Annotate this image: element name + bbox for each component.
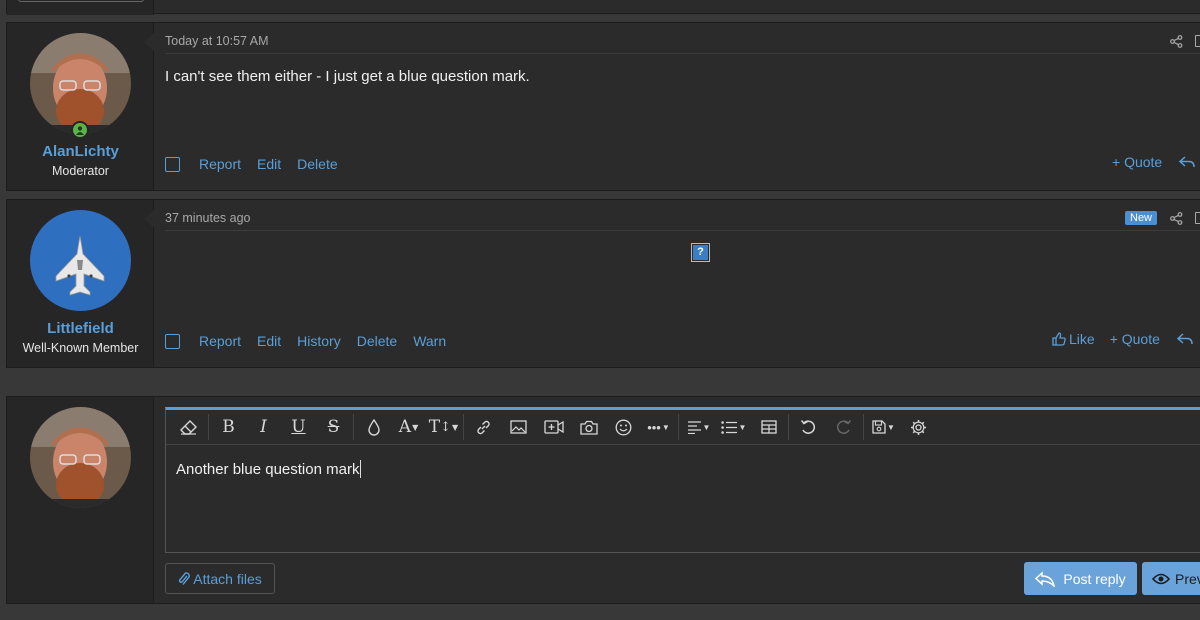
preview-label: Prev (1175, 570, 1200, 587)
previous-post-remnant (6, 0, 1200, 15)
share-icon[interactable] (1170, 35, 1183, 48)
post-arrow (144, 210, 154, 228)
italic-icon[interactable]: I (246, 415, 281, 439)
user-cell (7, 397, 154, 603)
settings-icon[interactable] (901, 415, 936, 439)
strikethrough-icon[interactable]: S (316, 415, 351, 439)
editor-toolbar: B I U S A ▼ T ↕ ▼ ••• ▼ ▼ ▼ ▼ (166, 410, 1200, 445)
image-icon[interactable] (501, 415, 536, 439)
align-icon[interactable]: ▼ (681, 415, 716, 439)
video-icon[interactable] (536, 415, 571, 439)
quote-link[interactable]: + Quote (1110, 331, 1160, 347)
new-badge: New (1125, 211, 1158, 225)
like-label: Like (1069, 331, 1095, 347)
online-status-icon (71, 121, 89, 139)
link-icon[interactable] (466, 415, 501, 439)
edit-link[interactable]: Edit (257, 156, 281, 172)
username[interactable]: Littlefield (7, 320, 154, 337)
post-date[interactable]: 37 minutes ago (165, 211, 250, 225)
delete-link[interactable]: Delete (357, 333, 397, 349)
attach-files-label: Attach files (193, 570, 262, 587)
camera-icon[interactable] (571, 415, 606, 439)
reply-icon[interactable] (1179, 155, 1195, 169)
user-cell: Littlefield Well-Known Member (7, 200, 154, 367)
toolbar-divider (353, 414, 354, 440)
drafts-icon[interactable]: ▼ (866, 415, 901, 439)
post-date[interactable]: Today at 10:57 AM (165, 34, 269, 48)
underline-icon[interactable]: U (281, 415, 316, 439)
broken-image-icon: ? (691, 243, 710, 262)
avatar[interactable] (30, 210, 131, 311)
post-actions: Report Edit History Delete Warn (165, 333, 462, 349)
thumbs-up-icon (1052, 332, 1066, 346)
username[interactable]: AlanLichty (7, 143, 154, 160)
post-reply-label: Post reply (1063, 570, 1126, 587)
avatar[interactable] (30, 407, 131, 508)
toolbar-divider (863, 414, 864, 440)
report-link[interactable]: Report (199, 333, 241, 349)
post-littlefield: Littlefield Well-Known Member 37 minutes… (6, 199, 1200, 368)
table-icon[interactable] (751, 415, 786, 439)
quote-link[interactable]: + Quote (1112, 154, 1162, 170)
toolbar-divider (788, 414, 789, 440)
history-link[interactable]: History (297, 333, 341, 349)
quick-reply: B I U S A ▼ T ↕ ▼ ••• ▼ ▼ ▼ ▼ Another bl… (6, 396, 1200, 604)
font-family-icon[interactable]: A ▼ (391, 415, 426, 439)
attach-files-button[interactable]: Attach files (165, 563, 275, 594)
eye-icon (1152, 573, 1170, 585)
toolbar-divider (463, 414, 464, 440)
reply-icon (1035, 570, 1056, 587)
more-icon[interactable]: ••• ▼ (641, 415, 676, 439)
delete-link[interactable]: Delete (297, 156, 337, 172)
eraser-icon[interactable] (171, 415, 206, 439)
post-reply-button[interactable]: Post reply (1024, 562, 1137, 595)
text-color-icon[interactable] (356, 415, 391, 439)
like-link[interactable]: Like (1052, 331, 1095, 347)
bold-icon[interactable]: B (211, 415, 246, 439)
post-right-actions: + Quote (1112, 154, 1195, 170)
paperclip-icon (178, 571, 191, 587)
user-cell: AlanLichty Moderator (7, 23, 154, 190)
text-cursor (360, 460, 362, 478)
avatar[interactable] (30, 33, 131, 134)
toolbar-divider (678, 414, 679, 440)
rich-text-editor: B I U S A ▼ T ↕ ▼ ••• ▼ ▼ ▼ ▼ Another bl… (165, 407, 1200, 553)
share-icon[interactable] (1170, 212, 1183, 225)
user-title: Well-Known Member (22, 341, 139, 355)
bookmark-icon[interactable] (1195, 212, 1200, 224)
toolbar-divider (208, 414, 209, 440)
post-header-divider (165, 230, 1200, 231)
post-header-divider (165, 53, 1200, 54)
undo-icon[interactable] (791, 415, 826, 439)
previous-post-box (18, 0, 144, 2)
report-link[interactable]: Report (199, 156, 241, 172)
emoji-icon[interactable] (606, 415, 641, 439)
post-alanlichty: AlanLichty Moderator Today at 10:57 AM I… (6, 22, 1200, 191)
previous-post-user-cell (7, 0, 154, 15)
editor-content[interactable]: Another blue question mark (176, 460, 362, 478)
post-arrow (144, 33, 154, 51)
post-actions: Report Edit Delete (165, 156, 354, 172)
post-body: I can't see them either - I just get a b… (165, 68, 530, 85)
post-right-actions: Like + Quote (1052, 331, 1193, 347)
editor-text-value: Another blue question mark (176, 460, 360, 478)
reply-icon[interactable] (1176, 332, 1193, 346)
select-checkbox[interactable] (165, 333, 180, 349)
bookmark-icon[interactable] (1195, 35, 1200, 47)
warn-link[interactable]: Warn (413, 333, 446, 349)
list-icon[interactable]: ▼ (716, 415, 751, 439)
redo-icon[interactable] (826, 415, 861, 439)
select-checkbox[interactable] (165, 156, 180, 172)
broken-image-glyph: ? (693, 245, 708, 260)
preview-button[interactable]: Prev (1142, 562, 1200, 595)
user-title: Moderator (52, 164, 109, 178)
font-size-icon[interactable]: T ↕ ▼ (426, 415, 461, 439)
edit-link[interactable]: Edit (257, 333, 281, 349)
